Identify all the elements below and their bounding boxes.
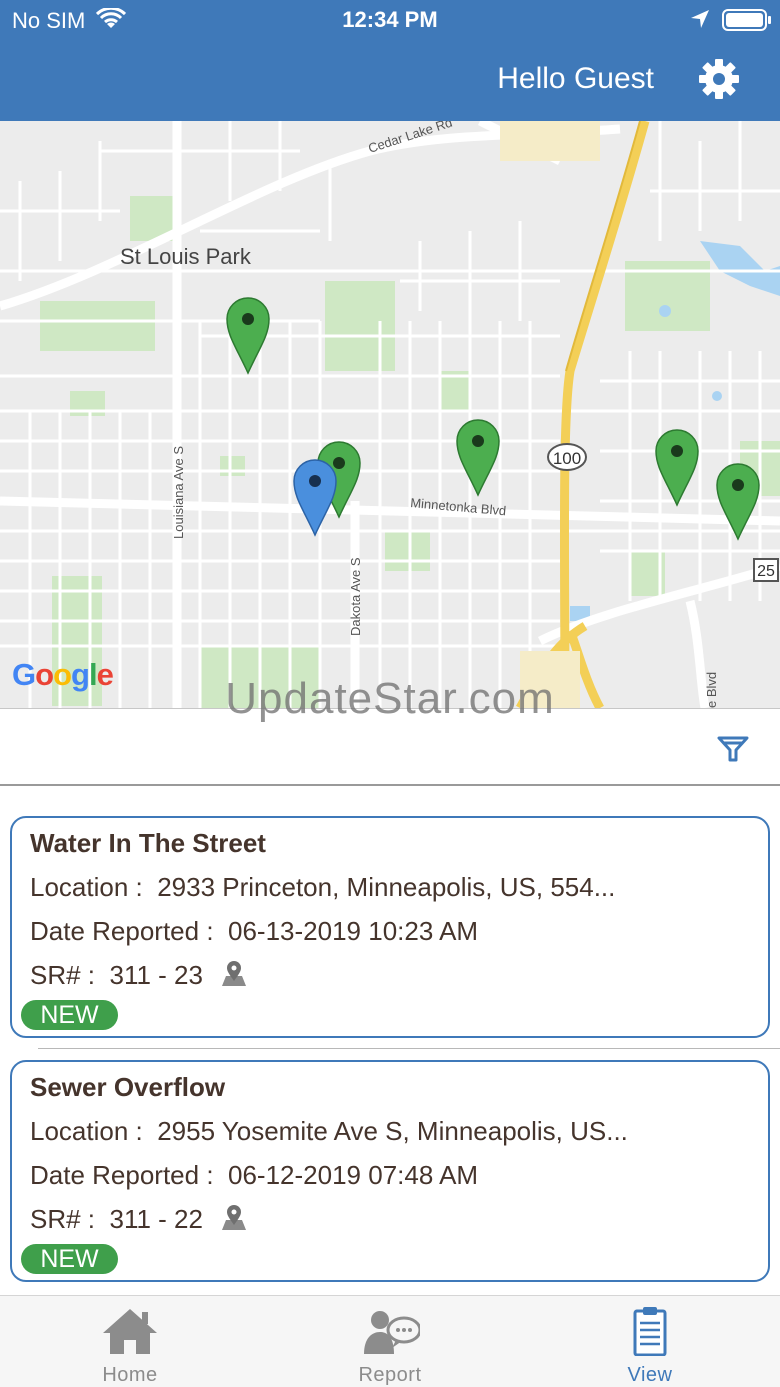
report-list[interactable]: Water In The Street Location : 2933 Prin… — [0, 788, 780, 1282]
map-streets: 100 25 St Louis Park Cedar Lake Rd Louis… — [0, 121, 780, 708]
status-bar: No SIM 12:34 PM — [0, 0, 780, 40]
app-header: No SIM 12:34 PM Hello Guest — [0, 0, 780, 121]
map-view[interactable]: 100 25 St Louis Park Cedar Lake Rd Louis… — [0, 121, 780, 708]
tab-bar: Home Report View — [0, 1295, 780, 1387]
report-card[interactable]: Sewer Overflow Location : 2955 Yosemite … — [10, 1060, 770, 1282]
tab-view[interactable]: View — [520, 1296, 780, 1387]
status-badge: NEW — [21, 1000, 118, 1030]
report-location: Location : 2933 Princeton, Minneapolis, … — [30, 872, 616, 902]
hwy-25-label: 25 — [757, 563, 775, 580]
filter-funnel-icon[interactable] — [716, 731, 750, 765]
map-location-icon[interactable] — [220, 960, 248, 988]
map-marker-blue[interactable] — [293, 459, 337, 537]
report-sr: SR# : 311 - 23 — [30, 960, 248, 991]
map-location-icon[interactable] — [220, 1204, 248, 1232]
map-marker-green[interactable] — [655, 429, 699, 507]
tab-report[interactable]: Report — [260, 1296, 520, 1387]
battery-icon — [722, 9, 771, 31]
map-marker-green[interactable] — [456, 419, 500, 497]
dakota-label: Dakota Ave S — [348, 557, 363, 636]
home-icon — [103, 1309, 157, 1354]
status-time: 12:34 PM — [342, 7, 438, 32]
settings-gear-icon[interactable] — [698, 58, 740, 100]
report-chat-icon — [364, 1311, 420, 1354]
area-label: St Louis Park — [120, 244, 252, 269]
report-date: Date Reported : 06-13-2019 10:23 AM — [30, 916, 479, 946]
report-card[interactable]: Water In The Street Location : 2933 Prin… — [10, 816, 770, 1038]
tab-home-label: Home — [102, 1364, 158, 1386]
clipboard-icon — [633, 1307, 667, 1356]
hwy-100-label: 100 — [553, 449, 581, 468]
list-divider — [38, 1048, 780, 1049]
status-badge: NEW — [21, 1244, 118, 1274]
greeting-text: Hello Guest — [497, 62, 654, 95]
report-location: Location : 2955 Yosemite Ave S, Minneapo… — [30, 1116, 628, 1146]
report-sr: SR# : 311 - 22 — [30, 1204, 248, 1235]
tab-view-label: View — [627, 1364, 673, 1386]
report-title: Water In The Street — [30, 828, 266, 858]
watermark-text: UpdateStar.com — [225, 674, 555, 723]
report-title: Sewer Overflow — [30, 1072, 226, 1102]
location-arrow-icon — [691, 10, 709, 28]
report-date: Date Reported : 06-12-2019 07:48 AM — [30, 1160, 479, 1190]
tab-home[interactable]: Home — [0, 1296, 260, 1387]
tab-report-label: Report — [358, 1364, 422, 1386]
louisiana-label: Louisiana Ave S — [171, 446, 186, 539]
map-marker-green[interactable] — [716, 463, 760, 541]
map-marker-green[interactable] — [226, 297, 270, 375]
